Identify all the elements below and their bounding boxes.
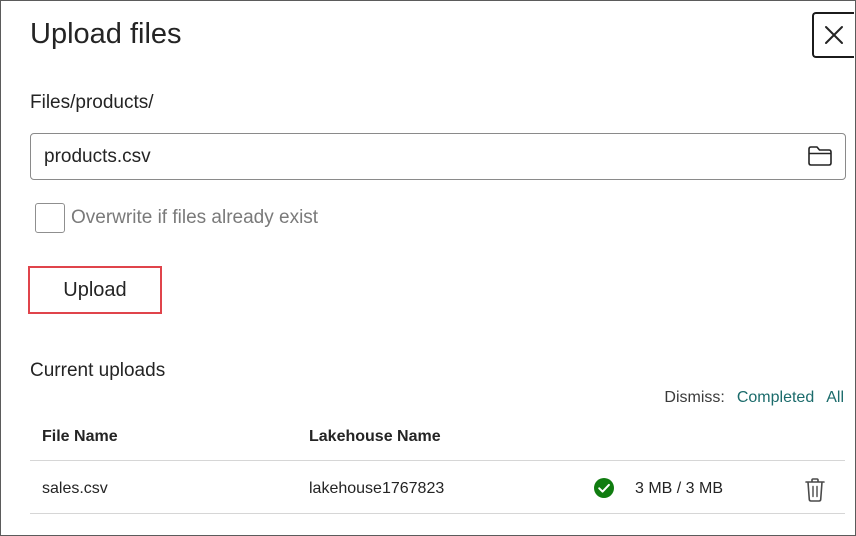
dismiss-all-link[interactable]: All xyxy=(826,388,844,408)
dismiss-label: Dismiss: xyxy=(664,389,725,406)
dialog-title: Upload files xyxy=(30,18,182,50)
current-uploads-heading: Current uploads xyxy=(30,360,166,381)
dismiss-completed-link[interactable]: Completed xyxy=(737,388,814,408)
uploads-table-header: File Name Lakehouse Name xyxy=(30,421,845,461)
upload-button[interactable]: Upload xyxy=(28,266,162,314)
overwrite-checkbox[interactable] xyxy=(35,203,65,233)
file-name-cell: sales.csv xyxy=(42,480,108,497)
folder-icon[interactable] xyxy=(807,145,833,167)
upload-files-panel: Upload files Files/products/ products.cs… xyxy=(0,0,856,536)
dismiss-controls: Dismiss: Completed All xyxy=(664,388,844,408)
close-icon xyxy=(825,26,843,44)
trash-icon[interactable] xyxy=(803,477,827,503)
table-row: sales.csv lakehouse1767823 3 MB / 3 MB xyxy=(30,461,845,514)
lakehouse-name-cell: lakehouse1767823 xyxy=(309,480,445,497)
destination-path: Files/products/ xyxy=(30,92,154,113)
column-header-file-name: File Name xyxy=(42,428,118,445)
column-header-lakehouse-name: Lakehouse Name xyxy=(309,428,441,445)
selected-file-name: products.csv xyxy=(44,146,151,167)
upload-progress-text: 3 MB / 3 MB xyxy=(635,480,724,497)
overwrite-option[interactable]: Overwrite if files already exist xyxy=(35,203,318,233)
check-circle-icon xyxy=(594,478,614,498)
overwrite-label: Overwrite if files already exist xyxy=(71,207,319,228)
file-picker-input[interactable]: products.csv xyxy=(30,133,846,180)
close-button[interactable] xyxy=(812,12,854,58)
